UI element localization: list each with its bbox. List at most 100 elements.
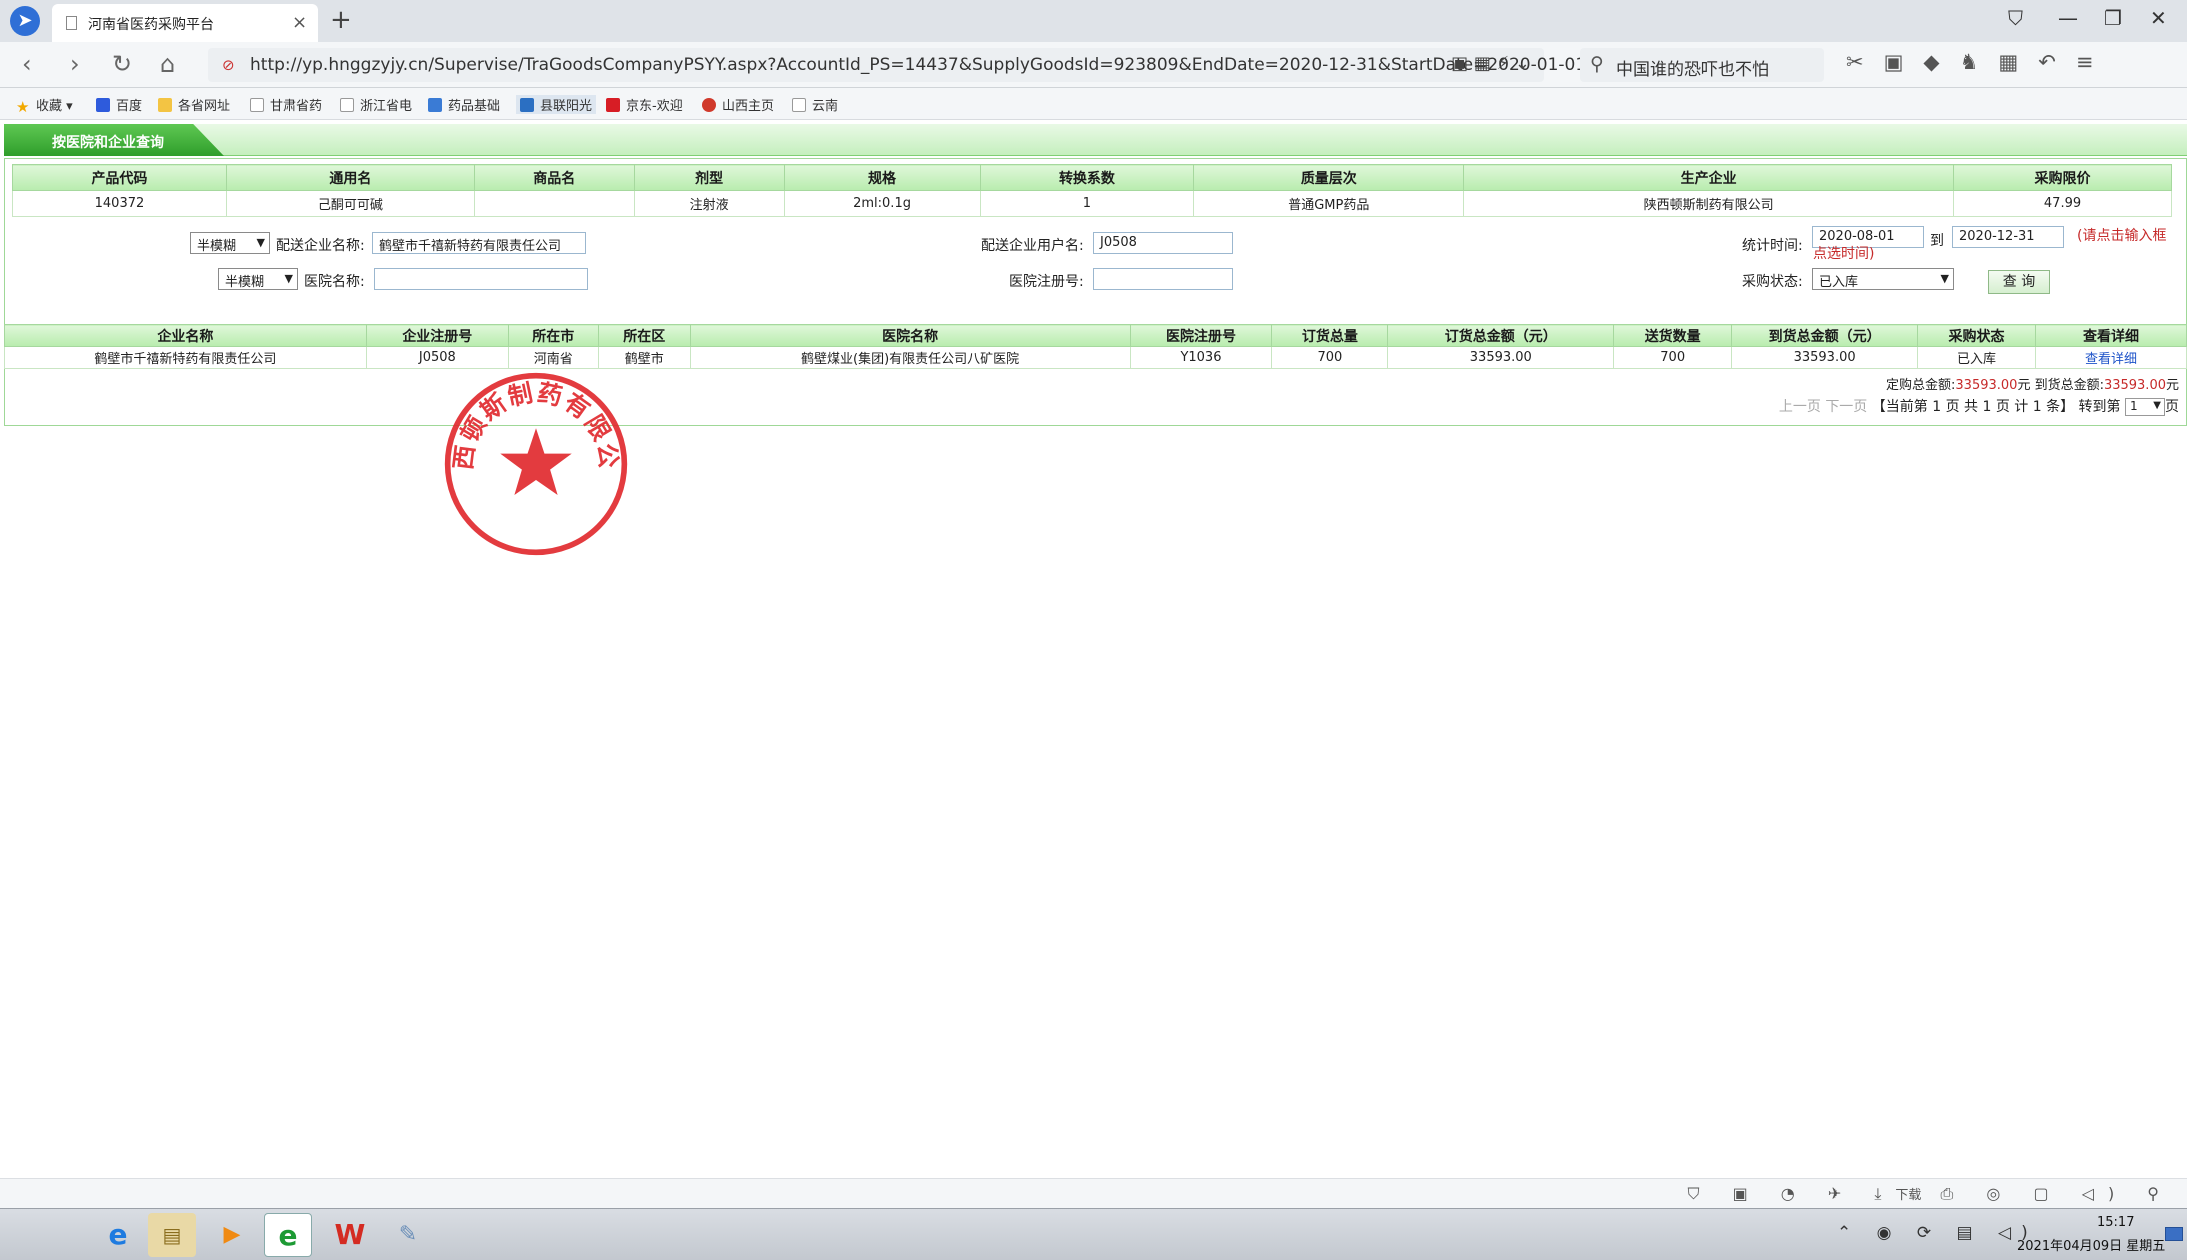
toolbar-icons[interactable]: ✂▣◆♞▦↶≡: [1846, 50, 2113, 74]
search-icon: ⚲: [1590, 53, 1604, 75]
address-bar-extension-icons[interactable]: ▣ ▦ ⚡ ⌄: [1451, 53, 1530, 74]
column-header: 企业名称: [4, 324, 367, 347]
price-limit: 47.99: [1953, 190, 2172, 217]
document-icon: [66, 16, 77, 30]
pager: 上一页 下一页 【当前第 1 页 共 1 页 计 1 条】 转到第 1 ▼ 页: [1779, 396, 2179, 416]
browser-tab[interactable]: 河南省医药采购平台 ×: [52, 4, 318, 42]
forward-icon[interactable]: ›: [70, 50, 80, 78]
column-header: 所在区: [597, 324, 691, 347]
order-amount-cell: 33593.00: [1387, 346, 1615, 369]
hospital-label: 医院名称:: [304, 274, 365, 290]
dosage-form: 注射液: [633, 190, 785, 217]
bookmark-county[interactable]: 县联阳光: [516, 95, 597, 114]
bookmark-zhejiang[interactable]: 浙江省电: [340, 95, 412, 114]
specification: 2ml:0.1g: [783, 190, 981, 217]
clock-date[interactable]: 2021年04月09日 星期五: [2017, 1235, 2165, 1254]
bookmark-yunnan[interactable]: 云南: [792, 95, 838, 114]
search-input[interactable]: 中国谁的恐吓也不怕: [1616, 55, 1769, 80]
star-icon: ★: [16, 98, 30, 116]
page-select[interactable]: 1 ▼: [2125, 398, 2165, 416]
bookmark-label: 京东-欢迎: [626, 99, 683, 114]
system-tray: ⌃ ◉ ⟳ ▤ ◁) 15:17 2021年04月09日 星期五: [1827, 1209, 2187, 1260]
tray-icons[interactable]: ⌃ ◉ ⟳ ▤ ◁): [1837, 1223, 2038, 1243]
bookmark-label: 云南: [812, 99, 839, 114]
view-detail-cell: 查看详细: [2035, 346, 2187, 369]
prev-page-link[interactable]: 上一页: [1779, 399, 1821, 415]
status-label: 采购状态:: [1742, 274, 1803, 290]
bookmark-label: 甘肃省药: [270, 99, 323, 114]
select-value: 半模糊: [225, 275, 265, 290]
emblem-icon: [702, 98, 716, 112]
bookmark-label: 药品基础: [448, 99, 501, 114]
back-icon[interactable]: ‹: [22, 50, 32, 78]
column-header: 送货数量: [1613, 324, 1733, 347]
bookmark-drug-base[interactable]: 药品基础: [428, 95, 500, 114]
status-bar-icons[interactable]: ⛉ ▣ ◔ ✈ ⤓下载 ⎙ ◎ ▢ ◁) ⚲: [1688, 1184, 2174, 1204]
distributor-user-input[interactable]: J0508: [1093, 232, 1233, 254]
close-tab-icon[interactable]: ×: [292, 12, 307, 33]
result-table: 企业名称 企业注册号 所在市 所在区 医院名称 医院注册号 订货总量 订货总金额…: [4, 324, 2187, 369]
column-header: 采购限价: [1953, 164, 2172, 191]
wps-icon[interactable]: W: [326, 1213, 374, 1257]
query-button[interactable]: 查 询: [1988, 270, 2050, 294]
bookmark-gansu[interactable]: 甘肃省药: [250, 95, 322, 114]
quality-level: 普通GMP药品: [1193, 190, 1465, 217]
restore-icon[interactable]: ❐: [2104, 6, 2122, 30]
bookmark-shanxi[interactable]: 山西主页: [702, 95, 774, 114]
arrival-amount-cell: 33593.00: [1731, 346, 1919, 369]
match-mode-select-1[interactable]: 半模糊 ▼: [190, 232, 270, 254]
order-qty-cell: 700: [1271, 346, 1389, 369]
purchase-status-select[interactable]: 已入库 ▼: [1812, 268, 1954, 290]
bookmark-jd[interactable]: 京东-欢迎: [606, 95, 683, 114]
column-header: 所在市: [507, 324, 599, 347]
browser-tab-bar: ➤ 河南省医药采购平台 × + ⛉ — ❐ ✕: [0, 0, 2187, 42]
select-value: 半模糊: [197, 239, 237, 254]
company-reg-cell: J0508: [365, 346, 509, 369]
manufacturer: 陕西顿斯制药有限公司: [1463, 190, 1955, 217]
reload-icon[interactable]: ↻: [112, 50, 132, 78]
media-player-icon[interactable]: ▶: [208, 1213, 256, 1257]
download-label[interactable]: 下载: [1895, 1188, 1921, 1203]
paint-icon[interactable]: ✎: [384, 1213, 432, 1257]
minimize-icon[interactable]: —: [2058, 6, 2078, 30]
column-header: 产品代码: [12, 164, 227, 191]
hospital-reg-input[interactable]: [1093, 268, 1233, 290]
ie-icon[interactable]: e: [94, 1213, 142, 1257]
company-name-cell: 鹤壁市千禧新特药有限责任公司: [4, 346, 367, 369]
stat-time-label: 统计时间:: [1742, 238, 1803, 254]
new-tab-icon[interactable]: +: [330, 5, 352, 35]
star-icon: [500, 428, 572, 496]
hospital-reg-cell: Y1036: [1129, 346, 1273, 369]
generic-name: 己酮可可碱: [225, 190, 475, 217]
column-header: 采购状态: [1917, 324, 2036, 347]
search-box[interactable]: ⚲ 中国谁的恐吓也不怕: [1580, 48, 1824, 82]
pin-icon[interactable]: ⛉: [2008, 6, 2023, 30]
bookmark-baidu[interactable]: 百度: [96, 95, 142, 114]
table-row: 鹤壁市千禧新特药有限责任公司 J0508 河南省 鹤壁市 鹤壁煤业(集团)有限责…: [4, 346, 2187, 369]
url-text[interactable]: http://yp.hnggzyjy.cn/Supervise/TraGoods…: [250, 55, 1611, 75]
match-mode-select-2[interactable]: 半模糊 ▼: [218, 268, 298, 290]
home-icon[interactable]: ⌂: [160, 50, 175, 78]
bookmark-folder[interactable]: 各省网址: [158, 95, 230, 114]
address-bar[interactable]: ⊘ http://yp.hnggzyjy.cn/Supervise/TraGoo…: [208, 48, 1611, 82]
explorer-icon[interactable]: ▤: [148, 1213, 196, 1257]
show-desktop-button[interactable]: [2165, 1227, 2183, 1241]
browser-logo-icon[interactable]: ➤: [10, 6, 40, 36]
next-page-link[interactable]: 下一页: [1825, 399, 1867, 415]
column-header: 医院注册号: [1129, 324, 1273, 347]
column-header: 剂型: [633, 164, 785, 191]
hospital-name-input[interactable]: [374, 268, 588, 290]
product-code: 140372: [12, 190, 227, 217]
bookmark-favorites[interactable]: ★ 收藏 ▾: [16, 95, 73, 116]
column-header: 查看详细: [2035, 324, 2187, 347]
bookmark-label: 各省网址: [178, 99, 231, 114]
taskbar: e ▤ ▶ e W ✎ ⌃ ◉ ⟳ ▤ ◁) 15:17 2021年04月09日…: [0, 1208, 2187, 1260]
view-detail-link[interactable]: 查看详细: [2085, 352, 2137, 367]
trade-name: [473, 190, 635, 217]
browser-taskbar-icon[interactable]: e: [264, 1213, 312, 1257]
purchase-status-cell: 已入库: [1917, 346, 2036, 369]
clock-time[interactable]: 15:17: [2097, 1215, 2134, 1230]
window-close-icon[interactable]: ✕: [2150, 6, 2167, 30]
distributor-name-input[interactable]: 鹤壁市千禧新特药有限责任公司: [372, 232, 586, 254]
bookmarks-bar: ★ 收藏 ▾ 百度 各省网址 甘肃省药 浙江省电 药品基础 县联阳光 京东-欢迎 …: [0, 88, 2187, 120]
